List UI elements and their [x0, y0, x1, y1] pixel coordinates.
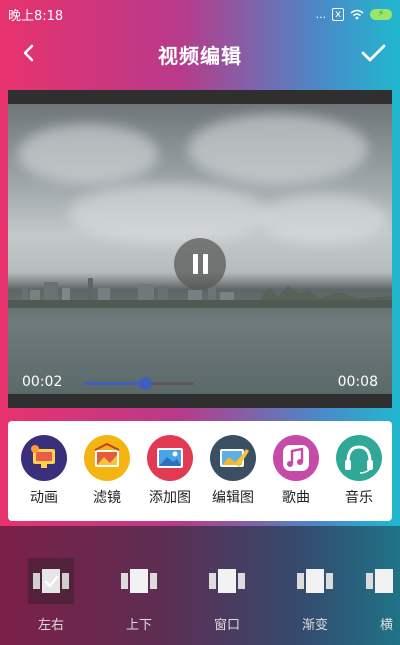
tool-music[interactable]: 音乐 — [328, 435, 390, 507]
progress-fill — [84, 382, 145, 385]
window-transition-icon — [204, 558, 250, 604]
page-title: 视频编辑 — [158, 43, 242, 68]
battery-icon: ⚡ — [370, 8, 392, 20]
edit-image-icon — [210, 435, 256, 481]
transition-label: 左右 — [37, 618, 64, 633]
signal-dots-icon: ... — [315, 7, 327, 21]
pause-bar-left — [192, 254, 198, 274]
pause-bar-right — [202, 254, 208, 274]
checkmark-confirm-icon[interactable] — [358, 38, 388, 68]
tool-animation[interactable]: 动画 — [13, 435, 75, 507]
progress-thumb[interactable] — [138, 377, 152, 390]
progress-slider[interactable] — [84, 377, 194, 390]
add-image-icon — [147, 435, 193, 481]
status-bar: 晚上8:18 ... x ⚡ — [0, 0, 400, 28]
up-down-transition-icon — [116, 558, 162, 604]
status-time: 晚上8:18 — [8, 8, 64, 24]
back-arrow-icon[interactable] — [14, 38, 44, 68]
filter-icon — [84, 435, 130, 481]
tool-label: 歌曲 — [282, 490, 310, 506]
tool-add-image[interactable]: 添加图 — [139, 435, 201, 507]
status-icons: ... x ⚡ — [315, 7, 392, 21]
fade-transition-icon — [292, 558, 338, 604]
left-right-transition-icon — [28, 558, 74, 604]
transition-label: 上下 — [125, 618, 152, 633]
transition-window[interactable]: 窗口 — [197, 558, 257, 633]
total-time: 00:08 — [337, 374, 378, 390]
transition-label: 窗口 — [213, 618, 240, 633]
tool-label: 滤镜 — [93, 490, 121, 506]
transition-panel: 左右 上下 窗口 渐变 横 — [0, 526, 400, 645]
horizontal-transition-icon — [358, 558, 400, 604]
tool-label: 音乐 — [345, 490, 373, 506]
sim-icon: x — [332, 7, 344, 21]
transition-label: 渐变 — [301, 618, 328, 633]
animation-icon — [21, 435, 67, 481]
transition-up-down[interactable]: 上下 — [109, 558, 169, 633]
tool-edit-image[interactable]: 编辑图 — [202, 435, 264, 507]
tool-filter[interactable]: 滤镜 — [76, 435, 138, 507]
transition-horizontal[interactable]: 横 — [358, 558, 400, 633]
transition-left-right[interactable]: 左右 — [21, 558, 81, 633]
wifi-icon — [350, 9, 364, 19]
pause-button[interactable] — [174, 238, 226, 290]
transition-label: 横 — [380, 618, 394, 633]
tool-label: 添加图 — [149, 490, 191, 506]
playback-controls: 00:02 00:08 — [8, 358, 392, 408]
tool-song[interactable]: 歌曲 — [265, 435, 327, 507]
current-time: 00:02 — [22, 374, 63, 390]
music-headphones-icon — [336, 435, 382, 481]
tools-panel: 动画 滤镜 添加图 编辑图 歌曲 音乐 — [8, 421, 392, 521]
tool-label: 动画 — [30, 490, 58, 506]
tool-label: 编辑图 — [212, 490, 254, 506]
video-player[interactable]: 00:02 00:08 — [8, 90, 392, 408]
video-frame[interactable] — [8, 104, 392, 394]
title-bar: 视频编辑 — [0, 28, 400, 80]
transition-fade[interactable]: 渐变 — [285, 558, 345, 633]
song-icon — [273, 435, 319, 481]
